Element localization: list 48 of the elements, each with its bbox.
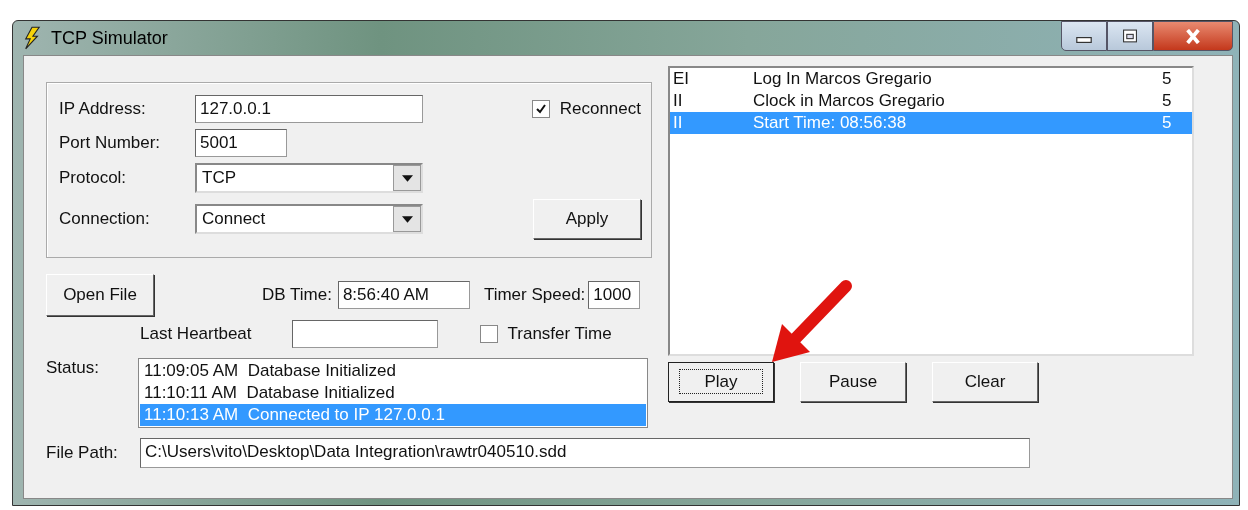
transfer-time-checkbox[interactable]	[479, 325, 498, 343]
timer-speed-field[interactable]: 1000	[588, 281, 641, 309]
field-label: Port Number:	[59, 133, 162, 153]
maximize-button[interactable]	[1107, 21, 1153, 51]
window-title: TCP Simulator	[51, 27, 168, 49]
checkbox-label: Transfer Time	[507, 324, 612, 344]
field-label: DB Time:	[262, 285, 332, 305]
playback-button[interactable]: Pause	[800, 362, 906, 402]
status-entry[interactable]: 11:09:05 AM Database Initialized	[140, 360, 646, 382]
list-cell-text: 5	[1162, 112, 1173, 134]
list-cell-text: 5	[1162, 68, 1173, 90]
open-file-button[interactable]: Open File	[46, 274, 154, 316]
list-cell-text: Start Time: 08:56:38	[753, 112, 908, 134]
reconnect-checkbox[interactable]	[531, 100, 550, 118]
field-label: Protocol:	[59, 168, 128, 188]
last-heartbeat-field[interactable]	[291, 320, 438, 348]
field-label: Last Heartbeat	[140, 324, 252, 344]
port-number-field[interactable]: 5001	[195, 129, 287, 157]
field-label: File Path:	[46, 443, 119, 463]
minimize-icon	[1076, 37, 1092, 43]
close-button[interactable]	[1153, 21, 1233, 51]
event-row[interactable]: EI Log In Marcos Gregario 5	[670, 68, 1192, 90]
checkmark-icon	[534, 103, 547, 115]
protocol-dropdown[interactable]: TCP	[195, 163, 423, 193]
ip-address-field[interactable]: 127.0.0.1	[195, 95, 423, 123]
connection-dropdown[interactable]: Connect	[195, 204, 423, 234]
playback-button[interactable]: Clear	[932, 362, 1038, 402]
event-row[interactable]: II Clock in Marcos Gregario 5	[670, 90, 1192, 112]
list-cell-text: II	[673, 112, 684, 134]
db-time-field[interactable]: 8:56:40 AM	[337, 281, 470, 309]
minimize-button[interactable]	[1061, 21, 1107, 51]
field-label: Status:	[46, 358, 100, 379]
field-label: Timer Speed:	[483, 285, 586, 305]
apply-button[interactable]: Apply	[533, 199, 641, 239]
field-label: IP Address:	[59, 99, 147, 119]
file-path-field[interactable]: C:\Users\vito\Desktop\Data Integration\rawtr040510.sdd	[140, 438, 1030, 468]
lightning-bolt-icon	[23, 26, 41, 50]
list-cell-text: Clock in Marcos Gregario	[753, 90, 946, 112]
list-cell-text: EI	[673, 68, 691, 90]
dropdown-arrow-icon	[401, 215, 413, 223]
list-cell-text: Log In Marcos Gregario	[753, 68, 933, 90]
list-cell-text: II	[673, 90, 684, 112]
field-label: Connection:	[59, 209, 151, 229]
playback-button[interactable]: Play	[668, 362, 774, 402]
status-entry[interactable]: 11:10:11 AM Database Initialized	[140, 382, 646, 404]
checkbox-label: Reconnect	[559, 99, 641, 119]
list-cell-text: 5	[1162, 90, 1173, 112]
dropdown-arrow-icon	[401, 174, 413, 182]
